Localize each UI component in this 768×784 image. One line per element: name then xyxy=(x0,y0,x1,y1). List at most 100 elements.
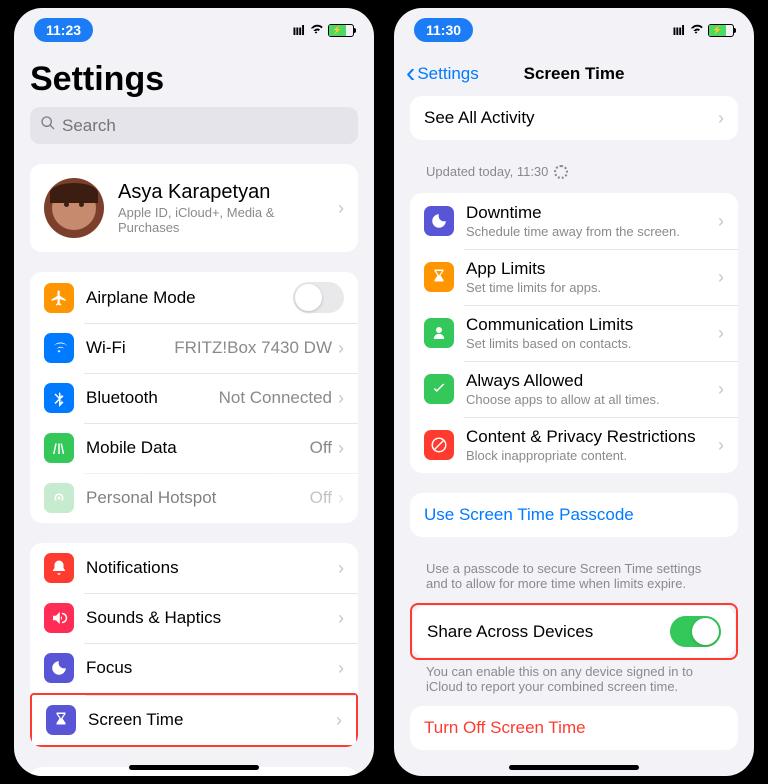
nav-title: Screen Time xyxy=(524,64,625,84)
row-value: FRITZ!Box 7430 DW xyxy=(174,338,332,358)
chevron-right-icon xyxy=(718,211,724,232)
row-notifications[interactable]: Notifications xyxy=(30,543,358,593)
features-group: DowntimeSchedule time away from the scre… xyxy=(410,193,738,473)
chevron-right-icon xyxy=(338,388,344,409)
row-wi-fi[interactable]: Wi-Fi FRITZ!Box 7430 DW xyxy=(30,323,358,373)
share-group: Share Across Devices xyxy=(413,606,735,657)
row-communication-limits[interactable]: Communication LimitsSet limits based on … xyxy=(410,305,738,361)
row-label: App Limits xyxy=(466,259,718,279)
turn-off-row[interactable]: Turn Off Screen Time xyxy=(410,706,738,750)
status-time: 11:23 xyxy=(34,18,93,42)
loading-spinner-icon xyxy=(554,165,568,179)
chevron-right-icon xyxy=(718,435,724,456)
row-app-limits[interactable]: App LimitsSet time limits for apps. xyxy=(410,249,738,305)
row-always-allowed[interactable]: Always AllowedChoose apps to allow at al… xyxy=(410,361,738,417)
row-value: Off xyxy=(310,438,332,458)
share-across-devices-row[interactable]: Share Across Devices xyxy=(413,606,735,657)
row-airplane-mode[interactable]: Airplane Mode xyxy=(30,272,358,323)
wifi-status-icon xyxy=(688,22,704,38)
chevron-right-icon xyxy=(338,658,344,679)
settings-content: Settings Asya Karapetyan Apple ID, iClou… xyxy=(14,52,374,776)
status-bar: 11:30 ıııl xyxy=(394,8,754,52)
status-time: 11:30 xyxy=(414,18,473,42)
screentime-content: See All Activity Updated today, 11:30 Do… xyxy=(394,96,754,776)
turnoff-group: Turn Off Screen Time xyxy=(410,706,738,750)
home-indicator[interactable] xyxy=(129,765,259,770)
row-screen-time[interactable]: Screen Time xyxy=(30,693,358,747)
row-label: Airplane Mode xyxy=(86,288,293,308)
row-content-privacy-restrictions[interactable]: Content & Privacy RestrictionsBlock inap… xyxy=(410,417,738,473)
row-label: Content & Privacy Restrictions xyxy=(466,427,718,447)
moon-icon xyxy=(44,653,74,683)
chevron-right-icon xyxy=(338,608,344,629)
status-icons: ıııl xyxy=(292,22,354,38)
chevron-right-icon xyxy=(338,198,344,219)
row-sub: Set time limits for apps. xyxy=(466,280,718,295)
search-icon xyxy=(40,115,56,136)
row-label: Focus xyxy=(86,658,338,678)
nav-bar: Settings Screen Time xyxy=(394,52,754,96)
row-sub: Schedule time away from the screen. xyxy=(466,224,718,239)
signal-icon: ıııl xyxy=(672,22,684,38)
chevron-right-icon xyxy=(338,558,344,579)
activity-group: See All Activity xyxy=(410,96,738,140)
row-label: Wi-Fi xyxy=(86,338,174,358)
profile-group: Asya Karapetyan Apple ID, iCloud+, Media… xyxy=(30,164,358,252)
row-label: Downtime xyxy=(466,203,718,223)
row-value: Off xyxy=(310,488,332,508)
hourglass-icon xyxy=(424,262,454,292)
hotspot-icon xyxy=(44,483,74,513)
wifi-icon xyxy=(44,333,74,363)
share-toggle[interactable] xyxy=(670,616,721,647)
row-value: Not Connected xyxy=(219,388,332,408)
row-label: Sounds & Haptics xyxy=(86,608,338,628)
profile-row[interactable]: Asya Karapetyan Apple ID, iCloud+, Media… xyxy=(30,164,358,252)
block-icon xyxy=(424,430,454,460)
connectivity-group: Airplane Mode Wi-Fi FRITZ!Box 7430 DW Bl… xyxy=(30,272,358,523)
row-downtime[interactable]: DowntimeSchedule time away from the scre… xyxy=(410,193,738,249)
row-label: Always Allowed xyxy=(466,371,718,391)
row-mobile-data[interactable]: Mobile Data Off xyxy=(30,423,358,473)
passcode-footer: Use a passcode to secure Screen Time set… xyxy=(410,557,738,603)
airplane-icon xyxy=(44,283,74,313)
notifications-group: Notifications Sounds & Haptics Focus Scr… xyxy=(30,543,358,747)
person-icon xyxy=(424,318,454,348)
profile-name: Asya Karapetyan xyxy=(118,181,338,204)
updated-text: Updated today, 11:30 xyxy=(410,160,738,193)
row-label: Notifications xyxy=(86,558,338,578)
row-focus[interactable]: Focus xyxy=(30,643,358,693)
chevron-right-icon xyxy=(338,488,344,509)
page-title: Settings xyxy=(30,60,358,99)
row-sub: Set limits based on contacts. xyxy=(466,336,718,351)
toggle[interactable] xyxy=(293,282,344,313)
chevron-right-icon xyxy=(718,108,724,129)
status-icons: ıııl xyxy=(672,22,734,38)
chevron-right-icon xyxy=(718,323,724,344)
home-indicator[interactable] xyxy=(509,765,639,770)
row-sub: Block inappropriate content. xyxy=(466,448,718,463)
check-icon xyxy=(424,374,454,404)
use-passcode-row[interactable]: Use Screen Time Passcode xyxy=(410,493,738,537)
battery-icon xyxy=(708,24,734,37)
speaker-icon xyxy=(44,603,74,633)
profile-sub: Apple ID, iCloud+, Media & Purchases xyxy=(118,205,338,235)
chevron-right-icon xyxy=(338,338,344,359)
row-bluetooth[interactable]: Bluetooth Not Connected xyxy=(30,373,358,423)
battery-icon xyxy=(328,24,354,37)
wifi-status-icon xyxy=(308,22,324,38)
row-sounds-haptics[interactable]: Sounds & Haptics xyxy=(30,593,358,643)
row-label: Screen Time xyxy=(88,710,336,730)
search-input[interactable] xyxy=(62,116,348,136)
chevron-right-icon xyxy=(336,710,342,731)
back-button[interactable]: Settings xyxy=(406,64,479,84)
share-footer: You can enable this on any device signed… xyxy=(410,660,738,706)
row-personal-hotspot[interactable]: Personal Hotspot Off xyxy=(30,473,358,523)
see-all-activity-row[interactable]: See All Activity xyxy=(410,96,738,140)
share-highlight: Share Across Devices xyxy=(410,603,738,660)
row-label: Personal Hotspot xyxy=(86,488,310,508)
chevron-right-icon xyxy=(718,267,724,288)
settings-screen: 11:23 ıııl Settings Asya Karapetyan Appl… xyxy=(14,8,374,776)
screentime-screen: 11:30 ıııl Settings Screen Time See All … xyxy=(394,8,754,776)
chevron-right-icon xyxy=(338,438,344,459)
search-box[interactable] xyxy=(30,107,358,144)
